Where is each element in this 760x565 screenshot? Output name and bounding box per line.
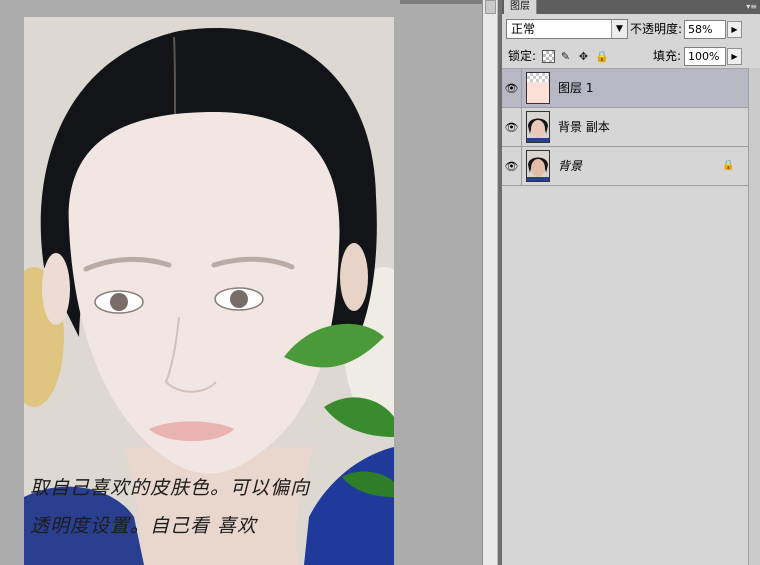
transparency-checker [527,73,549,82]
layer-thumbnail [526,111,550,143]
padlock-icon[interactable]: 🔒 [595,50,609,63]
layers-empty-area [502,187,748,565]
fill-input[interactable]: 100% [684,47,726,66]
layers-panel: 图层 ▾≡ 正常 ▼ 不透明度: 58% ▶ 锁定: ✎ ✥ 🔒 填充: 100… [502,0,760,565]
opacity-label: 不透明度: [630,22,683,36]
eye-icon[interactable]: 👁 [502,108,522,147]
document-canvas-area: 取自己喜欢的皮肤色。可以偏向 透明度设置。自己看 喜欢 [0,0,482,565]
chevron-down-icon[interactable]: ▼ [611,20,627,38]
layer-lock-icon: 🔒 [722,160,735,171]
portrait-image[interactable]: 取自己喜欢的皮肤色。可以偏向 透明度设置。自己看 喜欢 [24,17,394,565]
fill-label: 填充: [653,49,682,63]
portrait-thumbnail [527,151,549,181]
brush-icon[interactable]: ✎ [559,50,572,63]
caption-line-2: 透明度设置。自己看 喜欢 [30,515,258,537]
eye-icon[interactable]: 👁 [502,147,522,186]
opacity-input[interactable]: 58% [684,20,726,39]
opacity-slider-button[interactable]: ▶ [727,21,742,38]
caption-line-1: 取自己喜欢的皮肤色。可以偏向 [30,477,311,499]
canvas-vertical-scrollbar[interactable] [482,0,498,565]
layers-scrollbar[interactable] [748,68,760,565]
lock-transparent-icon[interactable] [542,50,555,63]
layer-name: 图层 1 [558,81,594,95]
blend-mode-value: 正常 [511,22,536,36]
layer-name: 背景 [558,159,583,173]
lock-label: 锁定: [508,49,537,63]
eye-icon[interactable]: 👁 [502,69,522,108]
top-scroll-edge [400,0,482,4]
layer-name: 背景 副本 [558,120,610,134]
fill-slider-button[interactable]: ▶ [727,48,742,65]
move-icon[interactable]: ✥ [577,50,590,63]
tab-layers[interactable]: 图层 [504,0,537,14]
layer-row-background[interactable]: 👁 背景 🔒 [502,147,748,186]
blend-mode-select[interactable]: 正常 ▼ [506,19,628,39]
layer-row-background-copy[interactable]: 👁 背景 副本 [502,108,748,147]
layer-thumbnail [526,72,550,104]
layer-row-layer1[interactable]: 👁 图层 1 [502,69,748,108]
layer-thumbnail [526,150,550,182]
scrollbar-thumb[interactable] [485,0,496,14]
panel-tab-bar: 图层 ▾≡ [502,0,760,14]
portrait-thumbnail [527,112,549,142]
panel-menu-icon[interactable]: ▾≡ [746,1,757,13]
